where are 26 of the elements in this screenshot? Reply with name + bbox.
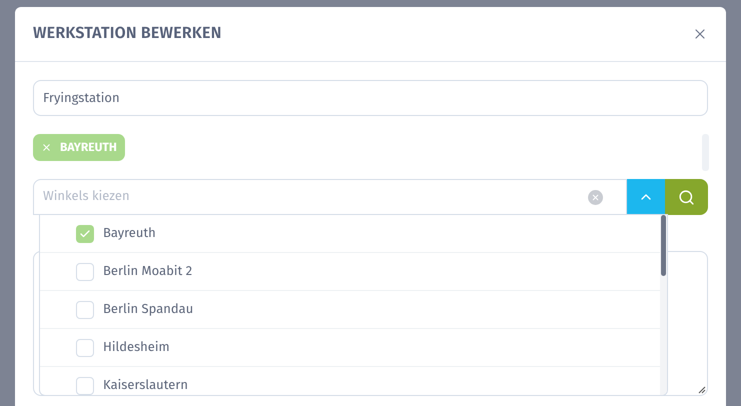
dropdown-option[interactable]: Bayreuth	[40, 215, 660, 253]
scrollbar-thumb[interactable]	[661, 215, 666, 276]
remove-icon[interactable]	[41, 142, 52, 153]
option-label: Hildesheim	[103, 338, 170, 357]
option-label: Kaiserslautern	[103, 376, 188, 395]
clear-icon[interactable]	[588, 190, 603, 204]
checkbox[interactable]	[76, 376, 94, 394]
toggle-button[interactable]	[627, 179, 665, 215]
dropdown-option[interactable]: Berlin Spandau	[40, 291, 660, 329]
checkbox[interactable]	[76, 300, 94, 318]
option-label: Bayreuth	[103, 224, 156, 243]
check-icon	[79, 228, 91, 240]
dialog-title: WERKSTATION BEWERKEN	[33, 23, 222, 45]
checkbox[interactable]	[76, 224, 94, 242]
name-field[interactable]: Fryingstation	[33, 80, 708, 116]
search-button[interactable]	[665, 179, 708, 215]
resize-handle-icon[interactable]	[698, 386, 706, 394]
dropdown-option[interactable]: Kaiserslautern	[40, 367, 660, 395]
option-label: Berlin Moabit 2	[103, 262, 192, 281]
placeholder-text: Winkels kiezen	[43, 188, 131, 206]
checkbox[interactable]	[76, 338, 94, 356]
dropdown-option[interactable]: Berlin Moabit 2	[40, 253, 660, 291]
option-label: Berlin Spandau	[103, 300, 194, 319]
search-icon	[678, 188, 695, 206]
dropdown-option[interactable]: Hildesheim	[40, 329, 660, 367]
checkbox[interactable]	[76, 262, 94, 280]
